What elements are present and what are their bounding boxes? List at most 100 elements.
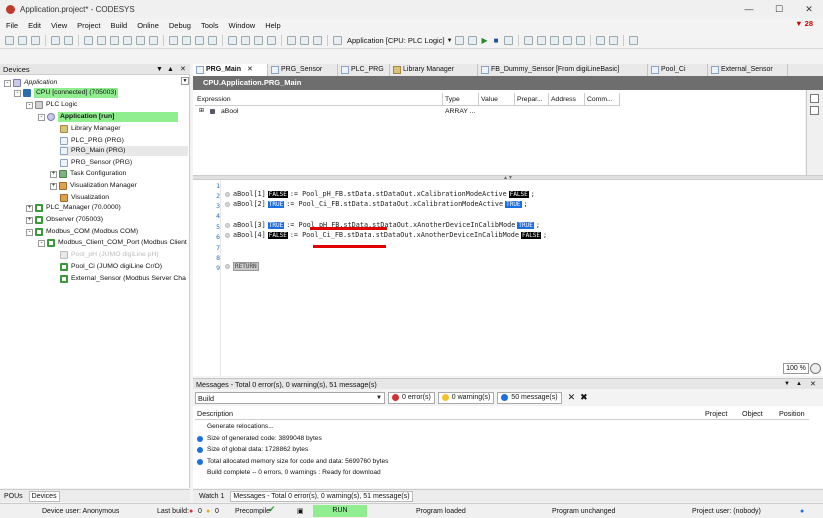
logout-icon[interactable] — [467, 36, 477, 45]
breakpoint-marker-icon[interactable] — [225, 201, 230, 207]
step-out-icon[interactable] — [549, 36, 559, 45]
expand-icon[interactable]: + — [26, 204, 33, 212]
panel-menu-icon[interactable]: ▼ — [156, 64, 163, 75]
panel-close-icon[interactable]: ✕ — [180, 64, 186, 75]
menu-window[interactable]: Window — [229, 21, 256, 30]
table-row[interactable]: ⊞ aBool ARRAY ... — [195, 106, 620, 117]
replace-icon[interactable] — [182, 36, 191, 45]
collapse-icon[interactable]: - — [26, 228, 33, 236]
tree-node-pool-ci[interactable]: Pool_Ci (JUMO digiLine Cr/O) — [60, 262, 162, 272]
build-icon[interactable] — [195, 36, 204, 45]
tree-node-visualization-manager[interactable]: + Visualization Manager — [50, 181, 137, 191]
tab-prg-sensor[interactable]: PRG_Sensor — [268, 64, 338, 76]
tab-pool-ci[interactable]: Pool_Ci — [648, 64, 708, 76]
find-icon[interactable] — [169, 36, 178, 45]
lock-icon[interactable]: ▣ — [297, 506, 304, 517]
maximize-button[interactable]: ☐ — [764, 0, 794, 18]
tab-library-manager[interactable]: Library Manager — [390, 64, 478, 76]
collapse-icon[interactable]: - — [38, 239, 45, 247]
step-over-icon[interactable] — [523, 36, 533, 45]
col-address[interactable]: Address — [549, 93, 585, 105]
tab-pous[interactable]: POUs — [2, 492, 25, 501]
redo-icon[interactable] — [97, 36, 106, 45]
new-project-icon[interactable] — [5, 36, 14, 45]
expand-icon[interactable]: + — [26, 216, 33, 224]
breakpoint-marker-icon[interactable] — [225, 232, 230, 238]
menu-debug[interactable]: Debug — [169, 21, 191, 30]
menu-view[interactable]: View — [51, 21, 67, 30]
tree-node-plc-logic[interactable]: - PLC Logic — [26, 100, 77, 110]
tab-close-icon[interactable]: ✕ — [247, 66, 253, 73]
menu-file[interactable]: File — [6, 21, 18, 30]
pou-toolbar-icon[interactable] — [313, 36, 322, 45]
col-value[interactable]: Value — [479, 93, 515, 105]
col-comment[interactable]: Comm... — [585, 93, 620, 105]
declaration-view-icon[interactable] — [810, 94, 819, 103]
open-project-icon[interactable] — [18, 36, 27, 45]
stop-icon[interactable]: ■ — [494, 36, 499, 45]
bookmark-icon[interactable] — [228, 36, 237, 45]
breakpoint-marker-icon[interactable] — [225, 263, 230, 269]
col-project[interactable]: Project — [705, 407, 727, 420]
collapse-icon[interactable]: - — [14, 89, 21, 97]
print-preview-icon[interactable] — [64, 36, 73, 45]
tree-node-application-run[interactable]: - Application [run] — [38, 112, 178, 122]
tab-fb-dummy-sensor[interactable]: FB_Dummy_Sensor [From digiLineBasic] — [478, 64, 648, 76]
zoom-level[interactable]: 100 % — [783, 363, 809, 374]
tree-dropdown-icon[interactable]: ▼ — [181, 77, 189, 85]
minimize-button[interactable]: — — [734, 0, 764, 18]
tree-node-modbus-client-port[interactable]: - Modbus_Client_COM_Port (Modbus Client — [38, 238, 187, 248]
errors-filter-button[interactable]: 0 error(s) — [388, 391, 435, 404]
menu-project[interactable]: Project — [77, 21, 100, 30]
rebuild-icon[interactable] — [208, 36, 217, 45]
delete-icon[interactable] — [149, 36, 158, 45]
menu-build[interactable]: Build — [111, 21, 128, 30]
force-values-icon[interactable] — [608, 36, 618, 45]
col-prepared[interactable]: Prepar... — [515, 93, 549, 105]
tree-node-modbus-com[interactable]: - Modbus_COM (Modbus COM) — [26, 227, 138, 237]
table-row[interactable]: Size of generated code: 3899048 bytes — [197, 434, 322, 444]
breakpoint-icon[interactable] — [575, 36, 585, 45]
code-line-2[interactable]: aBool[1] FALSE := Pool_pH_FB.stData.stDa… — [225, 189, 535, 199]
tab-prg-main[interactable]: PRG_Main ✕ — [193, 64, 268, 76]
active-application-label[interactable]: Application [CPU: PLC Logic] — [347, 36, 445, 45]
write-values-icon[interactable] — [595, 36, 605, 45]
menu-help[interactable]: Help — [265, 21, 280, 30]
menu-online[interactable]: Online — [137, 21, 159, 30]
settings-icon[interactable] — [628, 36, 638, 45]
collapse-icon[interactable]: - — [4, 79, 11, 87]
message-source-select[interactable]: Build ▼ — [195, 391, 385, 404]
col-position[interactable]: Position — [779, 407, 805, 420]
tree-node-application-root[interactable]: - Application — [4, 78, 57, 88]
tree-node-visualization[interactable]: Visualization — [60, 193, 109, 203]
tab-devices[interactable]: Devices — [28, 490, 60, 502]
code-line-9[interactable]: RETURN — [225, 261, 259, 271]
clear-messages-icon[interactable]: ✕ — [568, 392, 576, 403]
reset-icon[interactable] — [503, 36, 513, 45]
copy-icon[interactable] — [123, 36, 132, 45]
start-icon[interactable]: ▶ — [482, 36, 488, 45]
table-row[interactable]: Generate relocations... — [207, 422, 274, 432]
pin-icon[interactable]: ▲ — [167, 64, 174, 75]
cut-icon[interactable] — [110, 36, 119, 45]
col-expression[interactable]: Expression — [195, 93, 443, 105]
breakpoint-marker-icon[interactable] — [225, 222, 230, 228]
paste-icon[interactable] — [136, 36, 145, 45]
code-line-3[interactable]: aBool[2] TRUE := Pool_Ci_FB.stData.stDat… — [225, 199, 528, 209]
login-icon[interactable] — [454, 36, 464, 45]
code-editor[interactable]: 1 2 3 4 5 6 7 8 9 aBool[1] FALSE := Pool… — [193, 180, 823, 376]
code-line-6[interactable]: aBool[4] FALSE := Pool_Ci_FB.stData.stDa… — [225, 230, 547, 240]
chevron-down-icon[interactable]: ▼ — [447, 38, 453, 44]
zoom-icon[interactable] — [810, 363, 821, 374]
breakpoint-marker-icon[interactable] — [225, 191, 230, 197]
tab-external-sensor[interactable]: External_Sensor — [708, 64, 788, 76]
table-row[interactable]: Total allocated memory size for code and… — [197, 457, 388, 467]
tree-node-prg-sensor[interactable]: PRG_Sensor (PRG) — [60, 158, 132, 168]
chevron-down-icon[interactable]: ▼ — [376, 393, 382, 404]
print-icon[interactable] — [51, 36, 60, 45]
run-to-cursor-icon[interactable] — [562, 36, 572, 45]
tab-plc-prg[interactable]: PLC_PRG — [338, 64, 390, 76]
notification-badge[interactable]: ▼ 28 — [795, 19, 813, 28]
tree-node-observer[interactable]: + Observer (705003) — [26, 215, 103, 225]
device-icon[interactable] — [287, 36, 296, 45]
